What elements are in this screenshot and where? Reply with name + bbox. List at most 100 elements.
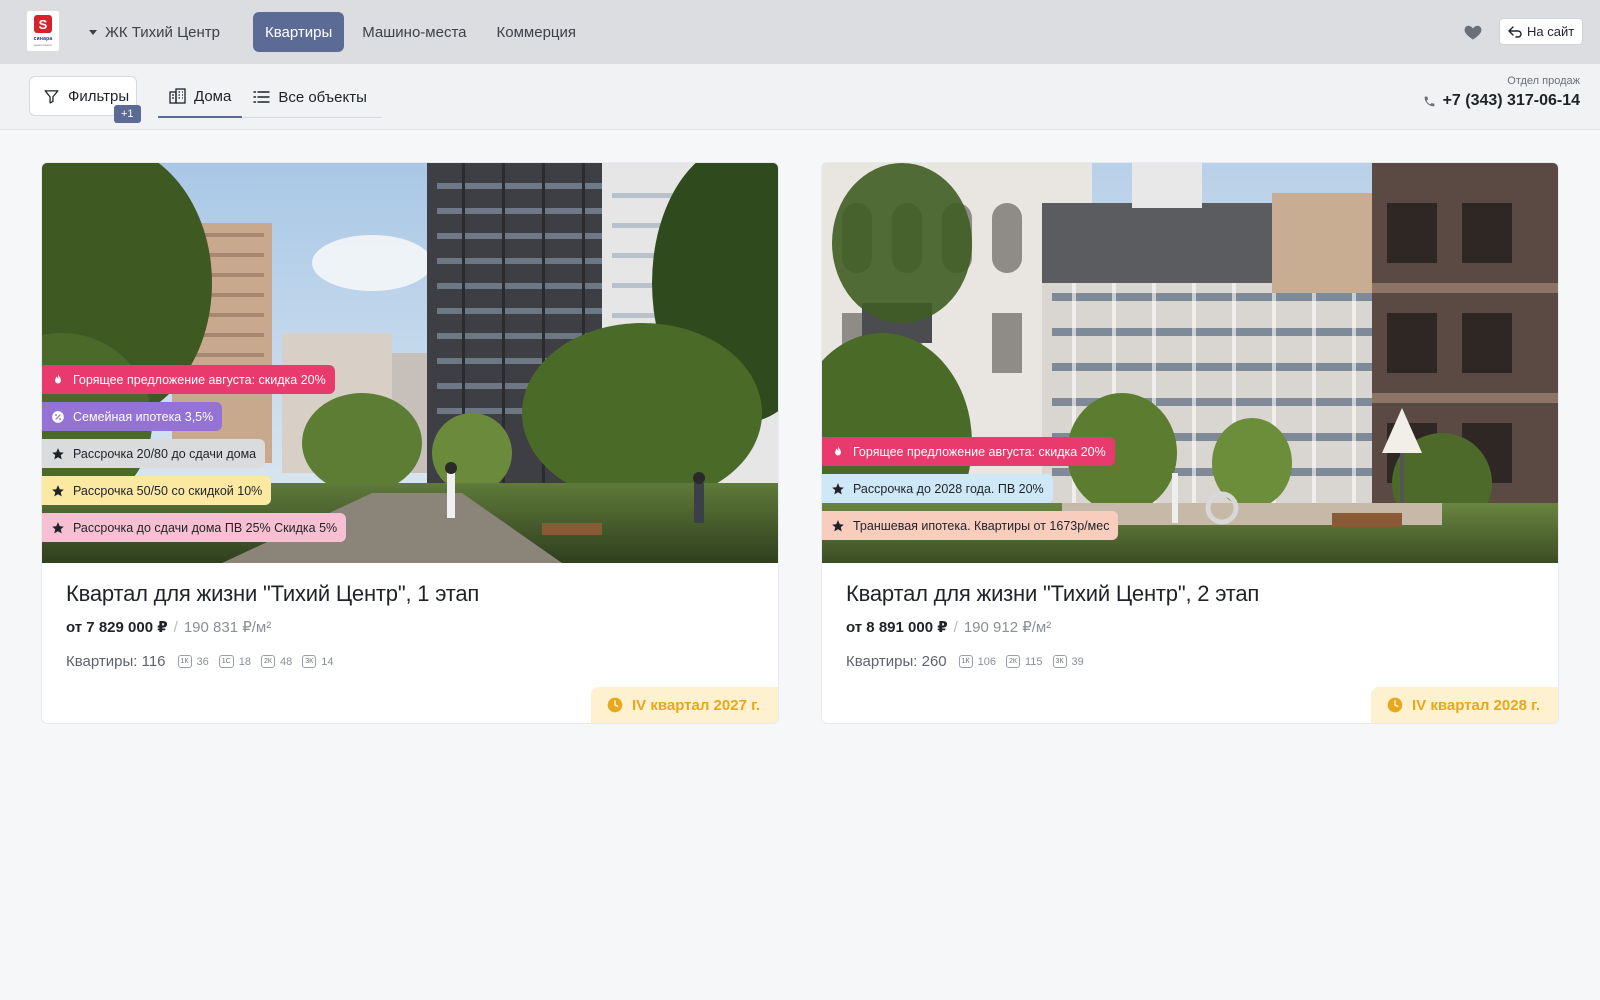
promo-tags: Горящее предложение августа: скидка 20% … xyxy=(822,437,1119,540)
logo-text: синара xyxy=(33,36,53,42)
apartment-count: 39 xyxy=(1071,655,1084,668)
promo-tags: Горящее предложение августа: скидка 20% … xyxy=(42,365,347,542)
promo-tag[interactable]: Семейная ипотека 3,5% xyxy=(42,402,223,431)
building-icon xyxy=(169,88,186,104)
price-from: от 8 891 000 ₽ xyxy=(846,619,948,636)
caret-down-icon xyxy=(89,29,97,35)
promo-tag[interactable]: Траншевая ипотека. Квартиры от 1673р/мес xyxy=(822,511,1119,540)
price-row: от 7 829 000 ₽ / 190 831 ₽/м² xyxy=(66,618,271,636)
promo-tag[interactable]: Горящее предложение августа: скидка 20% xyxy=(42,365,335,394)
star-icon xyxy=(831,519,845,533)
phone-number: +7 (343) 317-06-14 xyxy=(1442,92,1580,109)
apartment-count: 18 xyxy=(238,655,251,668)
apartment-type-count: 1К 36 xyxy=(177,655,209,668)
filters-count-badge: +1 xyxy=(114,105,141,123)
return-arrow-icon xyxy=(1508,25,1522,38)
apartment-type-badge: 2К xyxy=(260,655,275,668)
apartment-type-count: 2К 115 xyxy=(1006,655,1043,668)
promo-tag-label: Рассрочка до 2028 года. ПВ 20% xyxy=(853,481,1044,496)
price-separator: / xyxy=(173,619,178,636)
apartments-total: Квартиры: 260 xyxy=(846,653,947,670)
favorites-heart-icon[interactable] xyxy=(1463,22,1483,42)
star-icon xyxy=(51,447,65,461)
star-icon xyxy=(51,484,65,498)
apartment-count: 36 xyxy=(196,655,209,668)
apartment-type-count: 1С 18 xyxy=(218,655,251,668)
tab-commercial[interactable]: Коммерция xyxy=(485,12,588,52)
promo-tag-label: Траншевая ипотека. Квартиры от 1673р/мес xyxy=(853,518,1110,533)
tab-label: Машино-места xyxy=(362,23,467,41)
filters-label: Фильтры xyxy=(68,87,130,105)
tab-houses[interactable]: Дома xyxy=(158,76,243,118)
apartments-total: Квартиры: 116 xyxy=(66,653,166,670)
apartment-type-badge: 3К xyxy=(1052,655,1067,668)
project-name: ЖК Тихий Центр xyxy=(105,23,220,41)
tab-all-objects[interactable]: Все объекты xyxy=(242,76,378,118)
promo-tag-label: Рассрочка 50/50 со скидкой 10% xyxy=(73,483,263,498)
promo-tag[interactable]: Рассрочка 50/50 со скидкой 10% xyxy=(42,476,272,505)
apartment-type-count: 3К 39 xyxy=(1052,655,1084,668)
star-icon xyxy=(831,482,845,496)
complex-card-stage-2[interactable]: Горящее предложение августа: скидка 20% … xyxy=(821,162,1559,724)
tab-label: Дома xyxy=(194,87,232,105)
price-per-m2: 190 912 ₽/м² xyxy=(963,619,1052,636)
completion-deadline-badge: IV квартал 2027 г. xyxy=(590,687,778,723)
promo-tag-label: Горящее предложение августа: скидка 20% xyxy=(853,444,1106,459)
apartment-type-badge: 2К xyxy=(1006,655,1020,668)
apartment-type-badge: 1С xyxy=(218,655,234,668)
clock-icon xyxy=(607,697,623,713)
promo-tag[interactable]: Рассрочка до сдачи дома ПВ 25% Скидка 5% xyxy=(42,513,347,542)
tab-label: Коммерция xyxy=(496,23,576,41)
list-icon xyxy=(253,91,271,103)
price-row: от 8 891 000 ₽ / 190 912 ₽/м² xyxy=(846,618,1051,636)
main-nav: Квартиры Машино-места Коммерция xyxy=(253,12,588,52)
deadline-label: IV квартал 2027 г. xyxy=(631,696,760,714)
apartment-type-badge: 3К xyxy=(302,655,317,668)
apartment-type-count: 3К 14 xyxy=(302,655,333,668)
funnel-icon xyxy=(44,89,59,104)
tab-label: Все объекты xyxy=(278,88,367,106)
promo-tag[interactable]: Горящее предложение августа: скидка 20% xyxy=(822,437,1115,466)
clock-icon xyxy=(1387,697,1403,713)
complex-card-stage-1[interactable]: Горящее предложение августа: скидка 20% … xyxy=(41,162,779,724)
promo-tag-label: Рассрочка 20/80 до сдачи дома xyxy=(73,446,257,461)
fire-icon xyxy=(51,373,65,387)
promo-tag[interactable]: Рассрочка до 2028 года. ПВ 20% xyxy=(822,474,1053,503)
apartments-summary: Квартиры: 260 1К 106 2К 115 3К 39 xyxy=(846,653,1084,670)
apartments-summary: Квартиры: 116 1К 36 1С 18 2К 48 3К 14 xyxy=(66,653,333,670)
apartment-count: 115 xyxy=(1025,655,1043,668)
fire-icon xyxy=(831,445,845,459)
price-per-m2: 190 831 ₽/м² xyxy=(183,619,272,636)
to-site-button[interactable]: На сайт xyxy=(1499,18,1584,45)
promo-tag-label: Семейная ипотека 3,5% xyxy=(73,409,214,424)
logo-subtext: девелопмент xyxy=(33,43,53,47)
logo-mark-icon: S xyxy=(34,15,52,33)
price-from: от 7 829 000 ₽ xyxy=(66,619,168,636)
view-tabs: Дома Все объекты xyxy=(158,76,382,118)
apartment-type-count: 2К 48 xyxy=(260,655,293,668)
apartment-count: 48 xyxy=(279,655,293,668)
apartment-type-count: 1К 106 xyxy=(958,655,996,668)
tab-parking[interactable]: Машино-места xyxy=(350,12,478,52)
percent-icon xyxy=(51,410,65,424)
filter-bar: Фильтры +1 Дома Все объекты Отдел продаж… xyxy=(0,64,1600,130)
sales-phone[interactable]: +7 (343) 317-06-14 xyxy=(1423,92,1580,110)
star-icon xyxy=(51,521,65,535)
company-logo[interactable]: S синара девелопмент xyxy=(27,11,59,51)
sales-label: Отдел продаж xyxy=(1507,75,1580,87)
promo-tag[interactable]: Рассрочка 20/80 до сдачи дома xyxy=(42,439,266,468)
price-separator: / xyxy=(953,619,958,636)
to-site-label: На сайт xyxy=(1527,24,1575,39)
top-bar: S синара девелопмент ЖК Тихий Центр Квар… xyxy=(0,0,1600,64)
tab-apartments[interactable]: Квартиры xyxy=(253,12,345,52)
apartment-count: 14 xyxy=(321,655,334,668)
project-selector[interactable]: ЖК Тихий Центр xyxy=(89,20,220,44)
promo-tag-label: Горящее предложение августа: скидка 20% xyxy=(73,372,326,387)
tab-label: Квартиры xyxy=(265,23,333,41)
apartment-type-badge: 1К xyxy=(177,655,192,668)
complex-title: Квартал для жизни "Тихий Центр", 2 этап xyxy=(846,581,1260,606)
sales-contact: Отдел продаж +7 (343) 317-06-14 xyxy=(1423,75,1580,110)
phone-icon xyxy=(1424,96,1434,106)
deadline-label: IV квартал 2028 г. xyxy=(1411,696,1540,714)
completion-deadline-badge: IV квартал 2028 г. xyxy=(1370,687,1558,723)
